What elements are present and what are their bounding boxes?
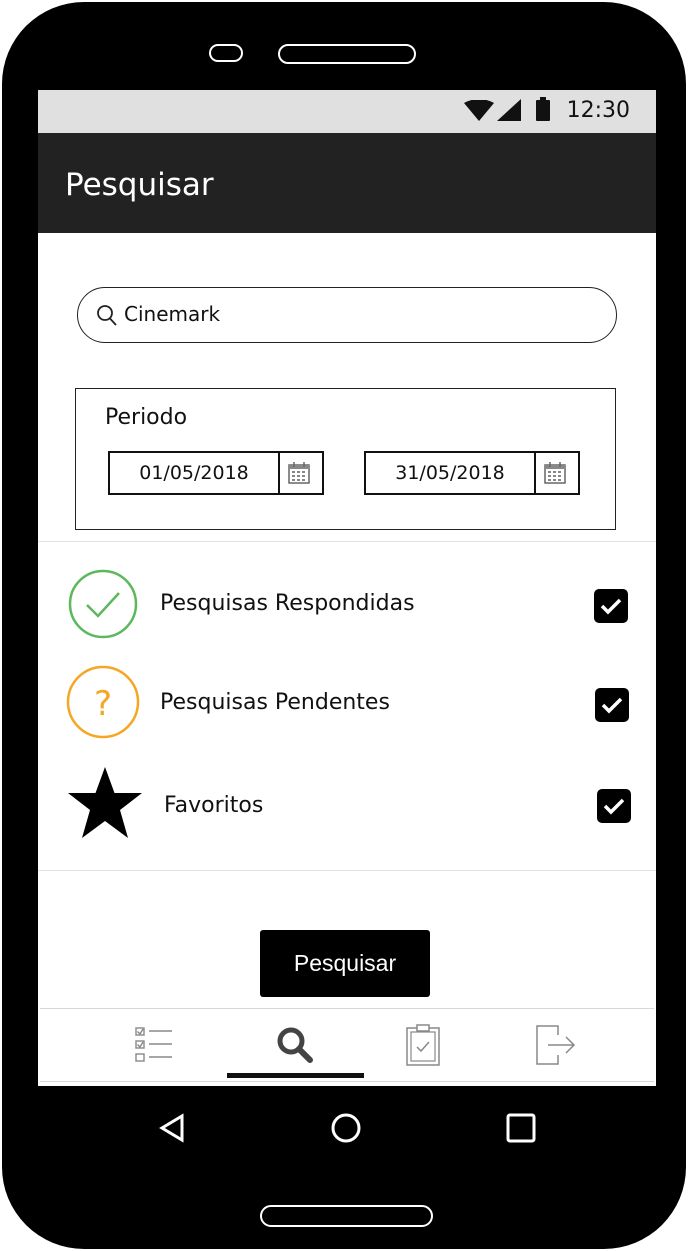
- app-bar: Pesquisar: [38, 133, 656, 233]
- filter-checkbox-pendentes[interactable]: [595, 688, 629, 722]
- divider: [38, 870, 656, 871]
- calendar-icon: [288, 462, 310, 484]
- check-circle-icon: [68, 569, 138, 639]
- search-input[interactable]: Cinemark: [77, 287, 617, 343]
- period-panel: Periodo 01/05/2018 31/05/2018: [75, 388, 616, 530]
- svg-text:?: ?: [94, 684, 112, 724]
- wifi-icon: [464, 100, 494, 121]
- system-recents-button[interactable]: [497, 1104, 545, 1152]
- filter-row-respondidas: Pesquisas Respondidas: [38, 565, 656, 645]
- question-circle-icon: ?: [66, 665, 140, 739]
- search-icon: [277, 1027, 313, 1063]
- search-value: Cinemark: [124, 302, 221, 326]
- nav-item-checklist[interactable]: [86, 1009, 222, 1081]
- earpiece-speaker: [278, 44, 416, 64]
- checkmark-icon: [603, 798, 625, 815]
- back-icon: [159, 1113, 184, 1143]
- clipboard-check-icon: [406, 1024, 440, 1066]
- start-date-field[interactable]: 01/05/2018: [108, 451, 324, 495]
- nav-item-clipboard[interactable]: [355, 1009, 491, 1081]
- filter-label: Pesquisas Pendentes: [160, 690, 390, 715]
- checkmark-icon: [600, 598, 622, 615]
- hardware-home-bar: [260, 1205, 433, 1227]
- system-nav-bar: [38, 1086, 656, 1168]
- system-home-button[interactable]: [322, 1104, 370, 1152]
- logout-icon: [536, 1025, 576, 1065]
- divider: [38, 541, 656, 542]
- screen: 12:30 Pesquisar Cinemark Periodo 01/05/2…: [38, 90, 656, 1168]
- recents-icon: [506, 1113, 536, 1143]
- start-date-picker-button[interactable]: [276, 453, 322, 493]
- battery-icon: [536, 97, 550, 121]
- period-label: Periodo: [105, 405, 188, 430]
- system-back-button[interactable]: [148, 1104, 196, 1152]
- star-icon: [68, 767, 142, 838]
- search-icon: [97, 305, 117, 326]
- end-date-picker-button[interactable]: [532, 453, 578, 493]
- filter-label: Pesquisas Respondidas: [160, 591, 415, 616]
- front-camera: [209, 44, 243, 62]
- signal-icon: [497, 99, 521, 121]
- calendar-icon: [544, 462, 566, 484]
- start-date-value[interactable]: 01/05/2018: [110, 453, 280, 493]
- status-time: 12:30: [566, 98, 630, 123]
- end-date-value[interactable]: 31/05/2018: [366, 453, 536, 493]
- checkmark-icon: [601, 697, 623, 714]
- home-icon: [331, 1113, 361, 1143]
- filter-row-favoritos: Favoritos: [38, 765, 656, 845]
- end-date-field[interactable]: 31/05/2018: [364, 451, 580, 495]
- nav-active-indicator: [227, 1073, 364, 1078]
- filter-label: Favoritos: [164, 793, 264, 818]
- checklist-icon: [135, 1027, 172, 1062]
- page-title: Pesquisar: [65, 167, 214, 203]
- filter-checkbox-favoritos[interactable]: [597, 789, 631, 823]
- status-bar: 12:30: [38, 90, 656, 133]
- phone-frame: 12:30 Pesquisar Cinemark Periodo 01/05/2…: [2, 2, 686, 1249]
- nav-item-search[interactable]: [227, 1009, 363, 1081]
- filter-checkbox-respondidas[interactable]: [594, 589, 628, 623]
- search-submit-button[interactable]: Pesquisar: [260, 930, 430, 997]
- bottom-nav: [40, 1008, 654, 1082]
- nav-item-logout[interactable]: [488, 1009, 624, 1081]
- filter-row-pendentes: ? Pesquisas Pendentes: [38, 662, 656, 742]
